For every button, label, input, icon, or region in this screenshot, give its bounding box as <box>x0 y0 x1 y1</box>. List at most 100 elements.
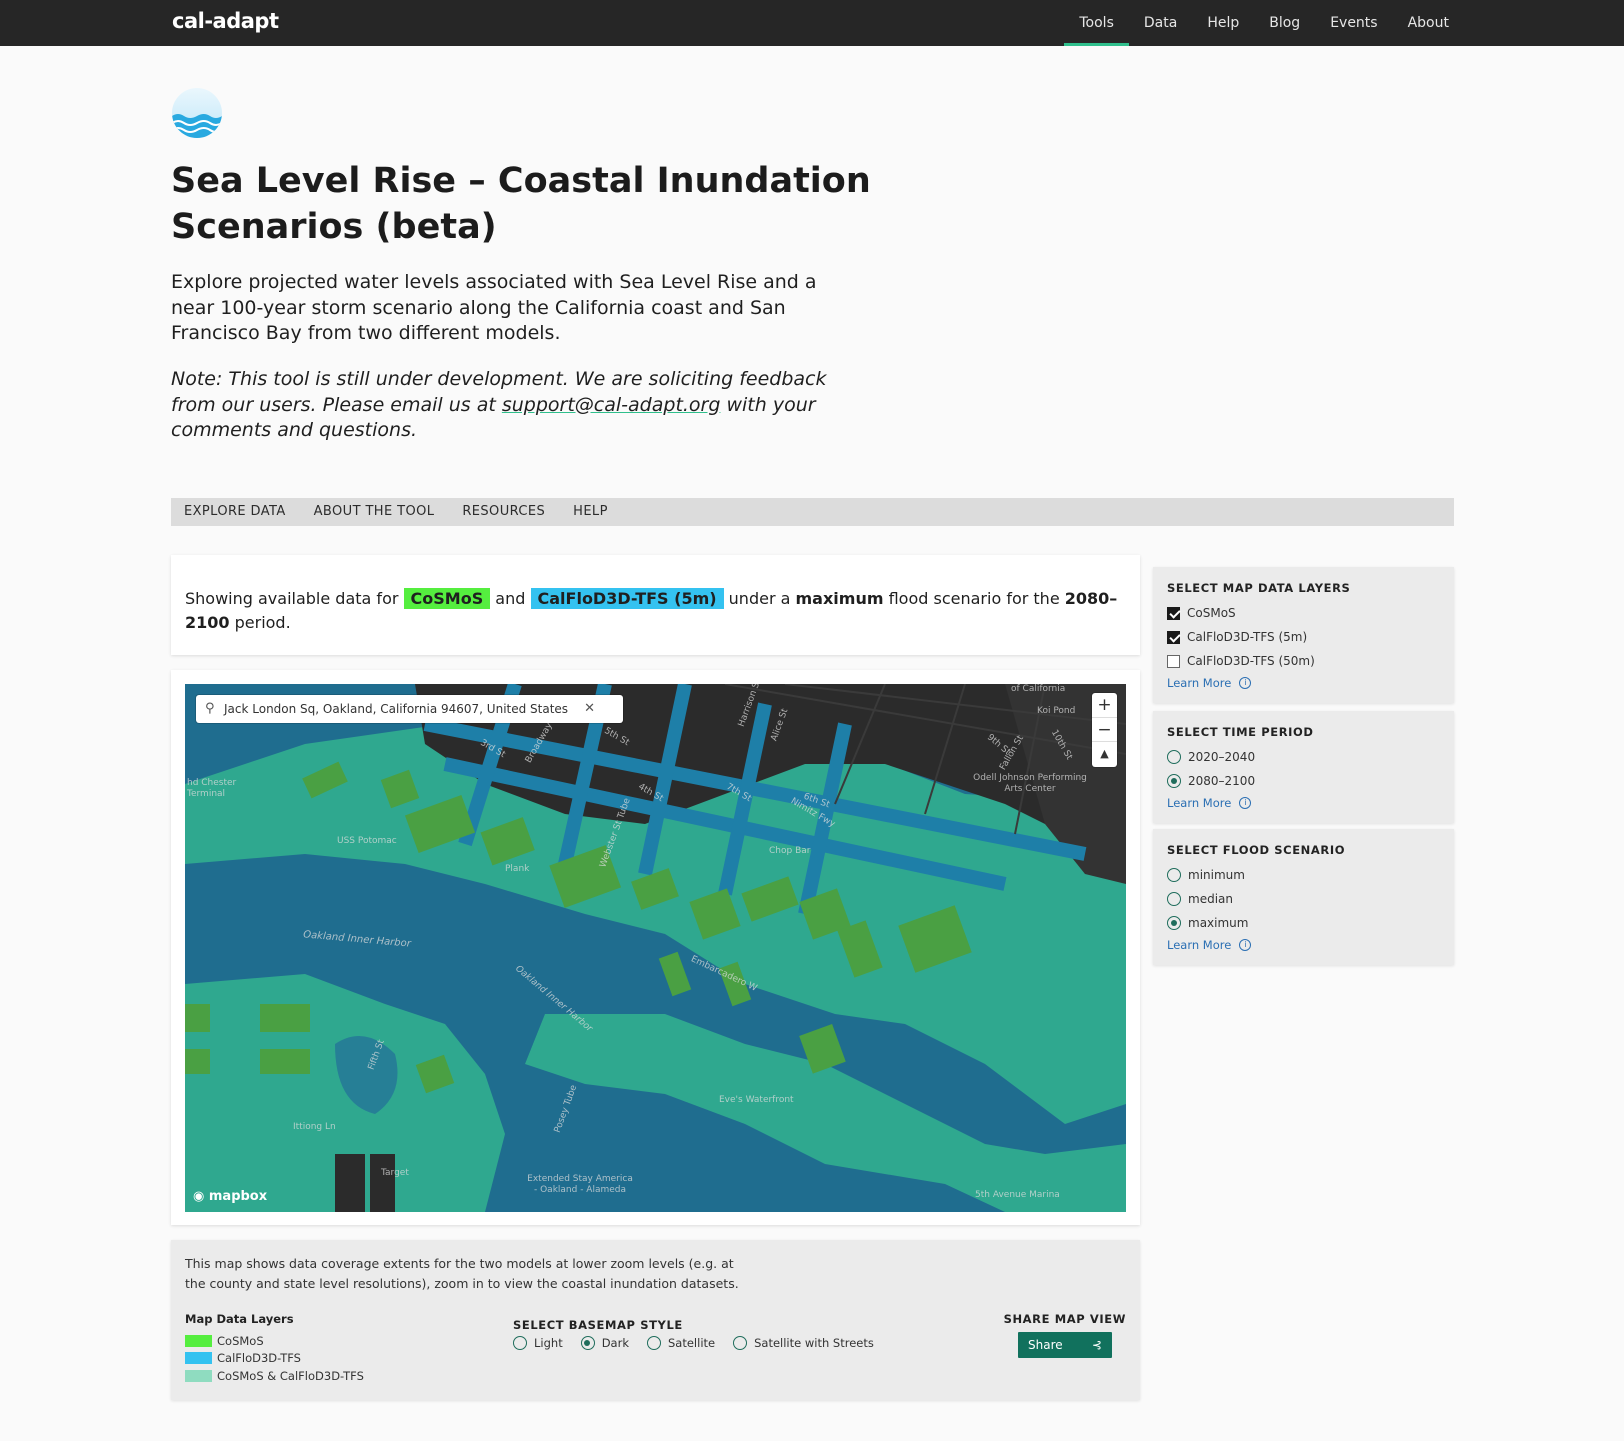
time-learn-more-link[interactable]: Learn More i <box>1167 796 1440 810</box>
nav-tools[interactable]: Tools <box>1064 0 1129 46</box>
tab-explore-data[interactable]: EXPLORE DATA <box>184 498 286 526</box>
top-navbar: cal-adapt Tools Data Help Blog Events Ab… <box>0 0 1624 46</box>
layer-label: CalFloD3D-TFS (5m) <box>1187 630 1308 644</box>
radio-icon <box>1167 868 1181 882</box>
scenario-label: minimum <box>1188 868 1245 882</box>
map-label: hd Chester Terminal <box>187 778 237 799</box>
learn-more-label: Learn More <box>1167 796 1232 810</box>
learn-more-label: Learn More <box>1167 938 1232 952</box>
basemap-dark-radio[interactable]: Dark <box>580 1336 629 1350</box>
summary-mid: under a <box>723 589 796 608</box>
zoom-in-button[interactable]: + <box>1092 693 1117 718</box>
legend-swatch <box>185 1369 212 1382</box>
time-panel-title: SELECT TIME PERIOD <box>1167 725 1314 739</box>
basemap-label: Satellite with Streets <box>754 1336 874 1350</box>
layer-calflod-5m-checkbox[interactable]: CalFloD3D-TFS (5m) <box>1167 625 1440 649</box>
tab-help[interactable]: HELP <box>573 498 608 526</box>
radio-icon <box>513 1336 527 1350</box>
mapbox-attribution: mapbox <box>208 1189 268 1204</box>
legend-items: CoSMoS CalFloD3D-TFS CoSMoS & CalFloD3D-… <box>185 1332 364 1385</box>
legend-label: CoSMoS & CalFloD3D-TFS <box>217 1368 364 1383</box>
nav-help[interactable]: Help <box>1192 0 1254 46</box>
legend-item: CalFloD3D-TFS <box>185 1350 364 1368</box>
cosmos-badge: CoSMoS <box>403 588 491 609</box>
scenario-median-radio[interactable]: median <box>1167 887 1440 911</box>
checkbox-checked-icon <box>1167 630 1180 644</box>
info-icon: i <box>1239 797 1252 809</box>
summary-and: and <box>490 589 531 608</box>
map-label: Chop Bar <box>769 846 811 856</box>
share-title: SHARE MAP VIEW <box>1003 1312 1126 1326</box>
legend-item: CoSMoS <box>185 1332 364 1350</box>
legend-swatch <box>185 1352 212 1365</box>
data-summary: Showing available data for CoSMoS and Ca… <box>171 555 1140 655</box>
legend-description: This map shows data coverage extents for… <box>185 1256 739 1291</box>
scenario-minimum-radio[interactable]: minimum <box>1167 863 1440 887</box>
info-icon: i <box>1239 939 1252 951</box>
summary-scenario: maximum <box>795 589 884 608</box>
zoom-out-button[interactable]: − <box>1092 718 1117 743</box>
tab-about-the-tool[interactable]: ABOUT THE TOOL <box>314 498 435 526</box>
layer-cosmos-checkbox[interactable]: CoSMoS <box>1167 601 1440 625</box>
basemap-light-radio[interactable]: Light <box>513 1336 563 1350</box>
map-label: Koi Pond <box>1037 706 1076 716</box>
compass-button[interactable]: ▲ <box>1092 742 1117 767</box>
share-button[interactable]: Share ⊰ <box>1018 1332 1112 1358</box>
radio-selected-icon <box>580 1336 595 1350</box>
page-title: Sea Level Rise – Coastal Inundation Scen… <box>171 161 871 247</box>
nav-events[interactable]: Events <box>1315 0 1392 46</box>
layer-calflod-50m-checkbox[interactable]: CalFloD3D-TFS (50m) <box>1167 649 1440 673</box>
radio-icon <box>647 1336 661 1350</box>
nav-data[interactable]: Data <box>1129 0 1192 46</box>
nav-blog[interactable]: Blog <box>1254 0 1315 46</box>
radio-icon <box>1167 750 1181 764</box>
tab-resources[interactable]: RESOURCES <box>462 498 545 526</box>
legend-label: CalFloD3D-TFS <box>217 1351 301 1366</box>
nav-about[interactable]: About <box>1393 0 1464 46</box>
map-label: Extended Stay America - Oakland - Alamed… <box>527 1174 633 1195</box>
layers-panel: SELECT MAP DATA LAYERS CoSMoS CalFloD3D-… <box>1153 567 1454 703</box>
clear-search-icon[interactable]: ✕ <box>584 695 595 723</box>
basemap-label: Light <box>534 1336 563 1350</box>
layer-label: CalFloD3D-TFS (50m) <box>1187 654 1315 668</box>
calflod-badge: CalFloD3D-TFS (5m) <box>530 588 724 609</box>
main-nav: Tools Data Help Blog Events About <box>1064 0 1464 46</box>
map-label: of California <box>1011 684 1066 694</box>
mapbox-logo[interactable]: ◉ mapbox <box>193 1189 267 1204</box>
info-icon: i <box>1239 677 1252 689</box>
note-text: Note: This tool is still under developme… <box>171 367 851 444</box>
search-value: Jack London Sq, Oakland, California 9460… <box>224 702 569 716</box>
map-legend-card: This map shows data coverage extents for… <box>171 1240 1140 1400</box>
basemap-satellite-radio[interactable]: Satellite <box>647 1336 715 1350</box>
map-label: Plank <box>505 864 530 874</box>
layers-learn-more-link[interactable]: Learn More i <box>1167 676 1440 690</box>
map-label: Odell Johnson Performing Arts Center <box>973 773 1087 794</box>
radio-icon <box>1167 892 1181 906</box>
flood-learn-more-link[interactable]: Learn More i <box>1167 938 1440 952</box>
map-label: Target <box>381 1168 409 1178</box>
period-2080-2100-radio[interactable]: 2080–2100 <box>1167 769 1440 793</box>
radio-selected-icon <box>1167 916 1181 930</box>
legend-label: CoSMoS <box>217 1333 264 1348</box>
legend-title: Map Data Layers <box>185 1312 294 1326</box>
basemap-label: Satellite <box>668 1336 716 1350</box>
map-label: Ittiong Ln <box>293 1122 336 1132</box>
radio-selected-icon <box>1167 774 1181 788</box>
summary-mid2: flood scenario for the <box>883 589 1065 608</box>
share-icon: ⊰ <box>1091 1338 1102 1352</box>
summary-prefix: Showing available data for <box>185 589 404 608</box>
inundation-map[interactable]: Oakland Inner Harbor USS Potomac Chop Ba… <box>185 684 1126 1212</box>
support-email-link[interactable]: support@cal-adapt.org <box>502 394 721 416</box>
scenario-maximum-radio[interactable]: maximum <box>1167 911 1440 935</box>
search-icon: ⚲ <box>205 701 215 716</box>
period-2020-2040-radio[interactable]: 2020–2040 <box>1167 745 1440 769</box>
period-label: 2020–2040 <box>1188 750 1256 764</box>
checkbox-checked-icon <box>1167 606 1180 620</box>
basemap-title: SELECT BASEMAP STYLE <box>513 1318 683 1332</box>
basemap-satellite-streets-radio[interactable]: Satellite with Streets <box>733 1336 874 1350</box>
radio-icon <box>733 1336 748 1350</box>
cal-adapt-logo[interactable]: cal-adapt <box>172 9 279 33</box>
location-search-input[interactable]: ⚲ Jack London Sq, Oakland, California 94… <box>196 695 623 723</box>
map-card: Oakland Inner Harbor USS Potomac Chop Ba… <box>171 670 1140 1225</box>
learn-more-label: Learn More <box>1167 676 1232 690</box>
